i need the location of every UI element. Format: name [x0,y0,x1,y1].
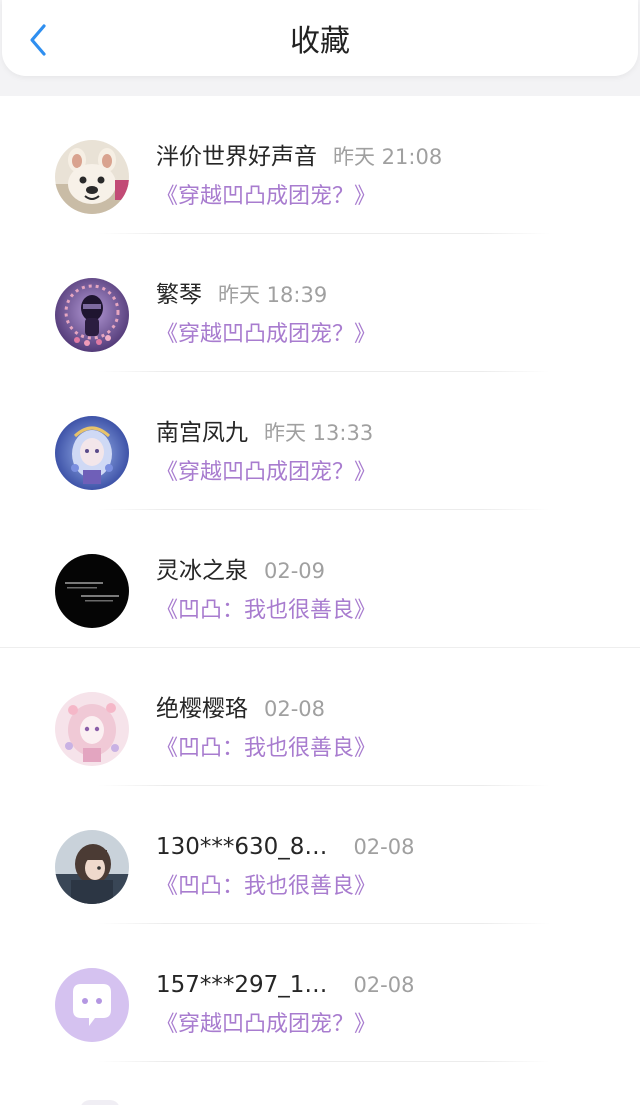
user-name[interactable]: 繁琴 [156,282,202,308]
book-title-link[interactable]: 《穿越凹凸成团宠？》 [156,320,376,350]
user-name[interactable]: 灵冰之泉 [156,558,248,584]
book-title-link[interactable]: 《穿越凹凸成团宠？》 [156,1010,376,1040]
list-item[interactable]: 泮价世界好声音 昨天 21:08 《穿越凹凸成团宠？》 [0,96,640,234]
user-name[interactable]: 泮价世界好声音 [156,144,317,170]
anime-pink-avatar-icon[interactable] [55,692,129,766]
item-meta: 灵冰之泉 02-09 [156,554,325,588]
favorites-page: 收藏 泮价世界好声音 昨天 21:08 《穿越凹凸成团宠？》 繁琴 昨天 18:… [0,0,640,1105]
bulldog-avatar-icon[interactable] [55,140,129,214]
page-title: 收藏 [290,24,350,59]
anime-dark-avatar-icon[interactable] [55,830,129,904]
purple-portrait-avatar-icon[interactable] [55,278,129,352]
divider [98,1061,550,1062]
header-bar: 收藏 [2,0,638,76]
timestamp: 02-08 [353,973,415,997]
timestamp: 昨天 21:08 [333,145,443,169]
book-title-link[interactable]: 《穿越凹凸成团宠？》 [156,182,376,212]
timestamp: 02-09 [264,559,326,583]
timestamp: 02-08 [264,697,326,721]
book-title-link[interactable]: 《凹凸：我也很善良》 [156,596,376,626]
list-item[interactable]: 繁琴 昨天 18:39 《穿越凹凸成团宠？》 [0,234,640,372]
list-item[interactable]: 灵冰之泉 02-09 《凹凸：我也很善良》 [0,510,640,648]
list-item[interactable]: 南宫凤九 昨天 13:33 《穿越凹凸成团宠？》 [0,372,640,510]
timestamp: 昨天 18:39 [218,283,328,307]
item-meta: 绝樱樱珞 02-08 [156,692,325,726]
next-item-peek [80,1100,120,1105]
timestamp: 昨天 13:33 [264,421,374,445]
list-item[interactable]: 157***297_1… 02-08 《穿越凹凸成团宠？》 [0,924,640,1062]
item-meta: 繁琴 昨天 18:39 [156,278,327,312]
list-item[interactable]: 130***630_8… 02-08 《凹凸：我也很善良》 [0,786,640,924]
item-meta: 130***630_8… 02-08 [156,830,414,864]
default-chat-avatar-icon[interactable] [55,968,129,1042]
item-meta: 泮价世界好声音 昨天 21:08 [156,140,442,174]
favorites-list: 泮价世界好声音 昨天 21:08 《穿越凹凸成团宠？》 繁琴 昨天 18:39 … [0,96,640,1062]
book-title-link[interactable]: 《穿越凹凸成团宠？》 [156,458,376,488]
user-name[interactable]: 130***630_8… [156,834,327,860]
timestamp: 02-08 [353,835,415,859]
black-text-avatar-icon[interactable] [55,554,129,628]
user-name[interactable]: 绝樱樱珞 [156,696,248,722]
book-title-link[interactable]: 《凹凸：我也很善良》 [156,872,376,902]
user-name[interactable]: 南宫凤九 [156,420,248,446]
item-meta: 157***297_1… 02-08 [156,968,414,1002]
item-meta: 南宫凤九 昨天 13:33 [156,416,373,450]
anime-blue-avatar-icon[interactable] [55,416,129,490]
list-item[interactable]: 绝樱樱珞 02-08 《凹凸：我也很善良》 [0,648,640,786]
book-title-link[interactable]: 《凹凸：我也很善良》 [156,734,376,764]
user-name[interactable]: 157***297_1… [156,972,327,998]
